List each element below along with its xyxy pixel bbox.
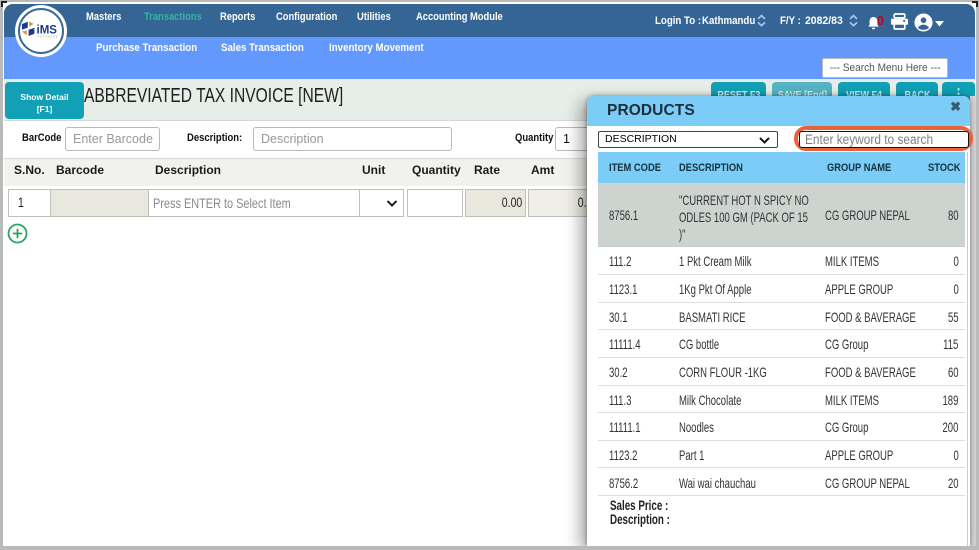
svg-text:iMS: iMS [37, 25, 58, 37]
svg-text:SOFTWARE: SOFTWARE [38, 36, 59, 39]
